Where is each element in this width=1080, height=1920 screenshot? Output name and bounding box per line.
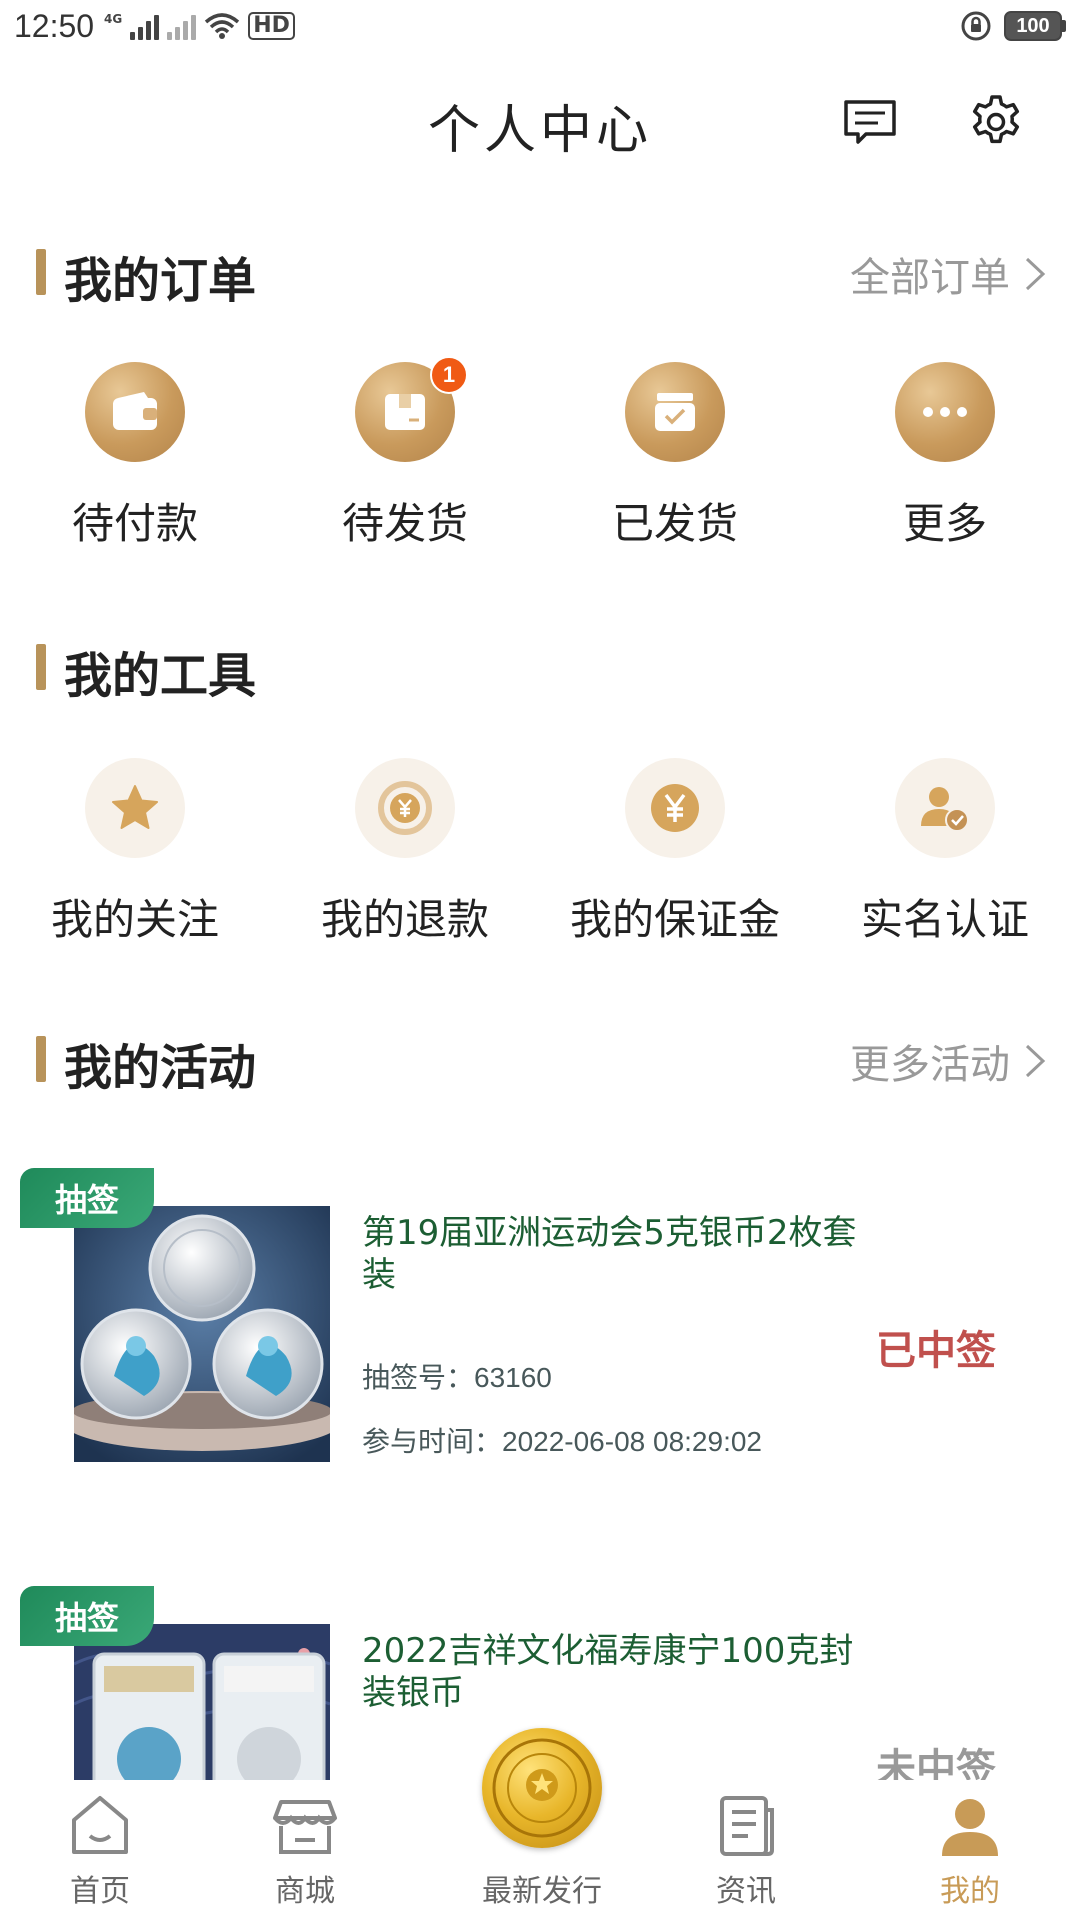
tool-refunds[interactable]: 我的退款 <box>270 758 540 958</box>
star-icon <box>85 758 185 858</box>
signal-2-icon <box>167 14 197 40</box>
activities-section-header: 我的活动 更多活动 <box>36 1022 1046 1096</box>
activity-card[interactable]: 抽签 第19届亚洲运动会5克银币2枚套装 已中签 抽签号：63160 参与时间：… <box>0 1168 1080 1488</box>
product-image <box>74 1206 330 1462</box>
nav-home[interactable]: 首页 <box>30 1780 170 1920</box>
signal-icon <box>130 14 160 40</box>
hd-icon: HD <box>248 12 295 40</box>
store-icon <box>273 1800 337 1854</box>
nav-news[interactable]: 资讯 <box>676 1780 816 1920</box>
more-icon <box>895 362 995 462</box>
order-pending-payment[interactable]: 待付款 <box>0 362 270 562</box>
orders-title: 我的订单 <box>64 253 257 309</box>
lottery-status: 已中签 <box>876 1328 996 1374</box>
section-accent-bar <box>36 249 46 295</box>
user-icon <box>942 1799 998 1856</box>
message-icon <box>844 100 896 144</box>
tool-deposit[interactable]: 我的保证金 <box>540 758 810 958</box>
page-title: 个人中心 <box>427 101 652 161</box>
tool-favorites[interactable]: 我的关注 <box>0 758 270 958</box>
order-shipped[interactable]: 已发货 <box>540 362 810 562</box>
nav-mine[interactable]: 我的 <box>900 1780 1040 1920</box>
tool-item-label: 我的关注 <box>50 895 219 944</box>
nav-label: 首页 <box>70 1874 130 1909</box>
order-pending-shipment[interactable]: 1 待发货 <box>270 356 540 562</box>
join-time: 参与时间：2022-06-08 08:29:02 <box>362 1426 762 1457</box>
nav-label: 商城 <box>275 1874 335 1909</box>
more-activities-label: 更多活动 <box>850 1042 1010 1088</box>
all-orders-link[interactable]: 全部订单 <box>850 245 1046 303</box>
tools-title: 我的工具 <box>64 648 257 704</box>
chevron-right-icon <box>1025 257 1046 291</box>
status-icons: 4G HD <box>104 12 295 40</box>
product-image <box>74 1624 330 1780</box>
nav-label: 最新发行 <box>482 1874 602 1909</box>
status-time: 12:50 <box>14 8 95 44</box>
section-accent-bar <box>36 1036 46 1082</box>
wallet-icon <box>85 362 185 462</box>
nav-store[interactable]: 商城 <box>235 1780 375 1920</box>
tools-row: 我的关注 我的退款 我的保证金 实名认证 <box>0 758 1080 958</box>
chevron-right-icon <box>1025 1044 1046 1078</box>
more-activities-link[interactable]: 更多活动 <box>850 1032 1046 1090</box>
refund-icon <box>355 758 455 858</box>
lottery-tag: 抽签 <box>20 1586 154 1646</box>
message-button[interactable] <box>840 92 900 152</box>
all-orders-label: 全部订单 <box>850 255 1010 301</box>
activity-title: 第19届亚洲运动会5克银币2枚套装 <box>362 1213 857 1295</box>
lottery-number: 抽签号：63160 <box>362 1362 552 1393</box>
tool-item-label: 我的保证金 <box>569 895 780 944</box>
coin-icon[interactable] <box>482 1728 602 1848</box>
order-more[interactable]: 更多 <box>810 362 1080 562</box>
lottery-tag: 抽签 <box>20 1168 154 1228</box>
tool-real-name[interactable]: 实名认证 <box>810 758 1080 958</box>
tools-section-header: 我的工具 <box>36 630 1046 704</box>
orders-row: 待付款 1 待发货 已发货 更多 <box>0 356 1080 562</box>
bottom-nav: 首页 商城 最新发行 资讯 我的 <box>0 1728 1080 1920</box>
activities-title: 我的活动 <box>64 1040 257 1096</box>
order-item-label: 已发货 <box>611 499 738 548</box>
yen-icon <box>625 758 725 858</box>
activity-title: 2022吉祥文化福寿康宁100克封装银币 <box>362 1631 854 1713</box>
news-icon <box>720 1796 774 1856</box>
verified-user-icon <box>895 758 995 858</box>
box-check-icon <box>625 362 725 462</box>
rotation-lock-icon <box>961 11 991 41</box>
nav-label: 资讯 <box>716 1874 776 1909</box>
tool-item-label: 实名认证 <box>860 895 1029 944</box>
wifi-icon <box>205 13 240 39</box>
status-bar: 12:50 4G HD 100 <box>0 0 1080 56</box>
nav-label: 我的 <box>940 1874 1000 1909</box>
order-item-label: 待付款 <box>71 499 198 548</box>
orders-section-header: 我的订单 全部订单 <box>36 235 1046 309</box>
tool-item-label: 我的退款 <box>320 895 489 944</box>
notification-badge: 1 <box>430 356 468 394</box>
header: 个人中心 <box>0 70 1080 170</box>
lottery-status: 未中签 <box>876 1746 996 1780</box>
order-item-label: 更多 <box>902 499 987 548</box>
gear-icon <box>972 95 1020 144</box>
home-icon <box>72 1796 128 1854</box>
network-type: 4G <box>104 12 123 26</box>
order-item-label: 待发货 <box>341 499 468 548</box>
battery-icon: 100 <box>1004 11 1066 41</box>
settings-button[interactable] <box>966 92 1026 152</box>
section-accent-bar <box>36 644 46 690</box>
